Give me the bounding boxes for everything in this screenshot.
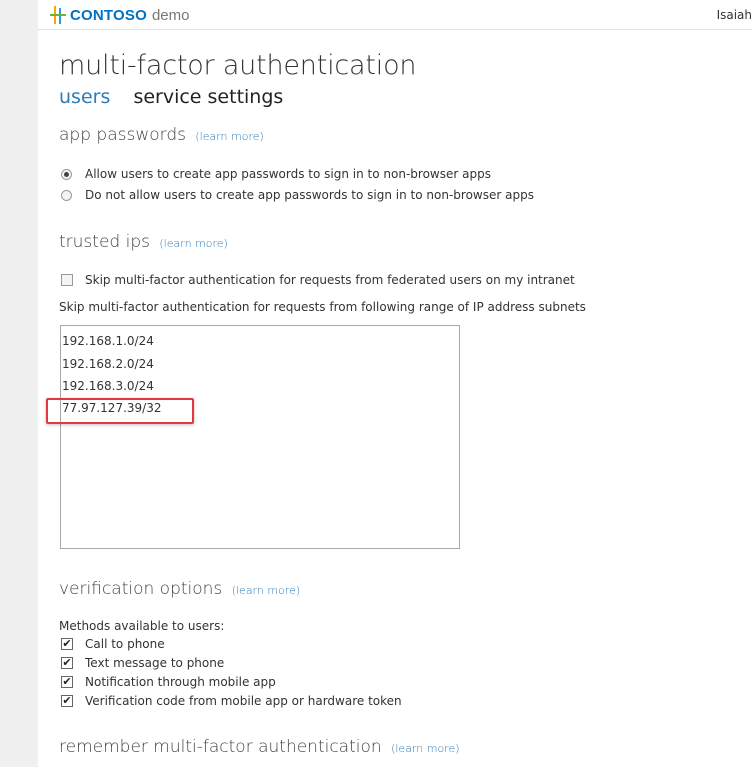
radio-button-selected[interactable] xyxy=(61,168,72,180)
subnets-label: Skip multi-factor authentication for req… xyxy=(59,300,586,314)
trusted-ips-heading: trusted ips (learn more) xyxy=(59,232,228,252)
contoso-logo-icon xyxy=(50,6,68,24)
tab-service-settings[interactable]: service settings xyxy=(133,86,283,108)
method-call-to-phone[interactable]: ✔ Call to phone xyxy=(61,637,165,651)
ip-subnets-textarea[interactable]: 192.168.1.0/24 192.168.2.0/24 192.168.3.… xyxy=(60,325,460,549)
checkbox-checked-icon[interactable]: ✔ xyxy=(61,657,73,669)
radio-label: Do not allow users to create app passwor… xyxy=(85,188,534,202)
radio-disallow-app-passwords[interactable]: Do not allow users to create app passwor… xyxy=(61,188,534,202)
left-rail xyxy=(0,0,38,767)
user-name[interactable]: Isaiah xyxy=(717,8,752,22)
contoso-logo[interactable]: CONTOSO demo xyxy=(50,6,190,24)
method-mobile-notification[interactable]: ✔ Notification through mobile app xyxy=(61,675,276,689)
method-verification-code[interactable]: ✔ Verification code from mobile app or h… xyxy=(61,694,402,708)
highlight-annotation-box xyxy=(46,398,194,424)
remember-mfa-heading: remember multi-factor authentication (le… xyxy=(59,737,460,757)
tab-strip: users service settings xyxy=(59,86,301,108)
checkbox[interactable] xyxy=(61,274,73,286)
trusted-ips-learn-more-link[interactable]: (learn more) xyxy=(159,237,227,250)
app-passwords-title: app passwords xyxy=(59,125,186,145)
top-bar: CONTOSO demo Isaiah xyxy=(38,0,752,30)
verification-options-title: verification options xyxy=(59,579,223,599)
trusted-ips-title: trusted ips xyxy=(59,232,150,252)
tab-users[interactable]: users xyxy=(59,86,110,108)
method-label: Verification code from mobile app or har… xyxy=(85,694,402,708)
radio-button[interactable] xyxy=(61,189,72,201)
subnet-line: 192.168.2.0/24 xyxy=(62,357,154,371)
brand-name: CONTOSO xyxy=(70,6,147,24)
subnet-line: 192.168.3.0/24 xyxy=(62,379,154,393)
checkbox-label: Skip multi-factor authentication for req… xyxy=(85,273,575,287)
method-label: Notification through mobile app xyxy=(85,675,276,689)
page-title: multi-factor authentication xyxy=(59,50,417,81)
remember-mfa-learn-more-link[interactable]: (learn more) xyxy=(391,742,459,755)
subnet-line: 192.168.1.0/24 xyxy=(62,334,154,348)
checkbox-checked-icon[interactable]: ✔ xyxy=(61,638,73,650)
checkbox-checked-icon[interactable]: ✔ xyxy=(61,676,73,688)
checkbox-skip-federated[interactable]: Skip multi-factor authentication for req… xyxy=(61,273,575,287)
method-text-message[interactable]: ✔ Text message to phone xyxy=(61,656,224,670)
app-passwords-heading: app passwords (learn more) xyxy=(59,125,264,145)
radio-allow-app-passwords[interactable]: Allow users to create app passwords to s… xyxy=(61,167,491,181)
methods-label: Methods available to users: xyxy=(59,619,225,633)
method-label: Call to phone xyxy=(85,637,165,651)
app-passwords-learn-more-link[interactable]: (learn more) xyxy=(195,130,263,143)
radio-label: Allow users to create app passwords to s… xyxy=(85,167,491,181)
method-label: Text message to phone xyxy=(85,656,225,670)
brand-suffix: demo xyxy=(151,6,190,24)
verification-options-heading: verification options (learn more) xyxy=(59,579,300,599)
remember-mfa-title: remember multi-factor authentication xyxy=(59,737,382,757)
verification-options-learn-more-link[interactable]: (learn more) xyxy=(232,584,300,597)
checkbox-checked-icon[interactable]: ✔ xyxy=(61,695,73,707)
